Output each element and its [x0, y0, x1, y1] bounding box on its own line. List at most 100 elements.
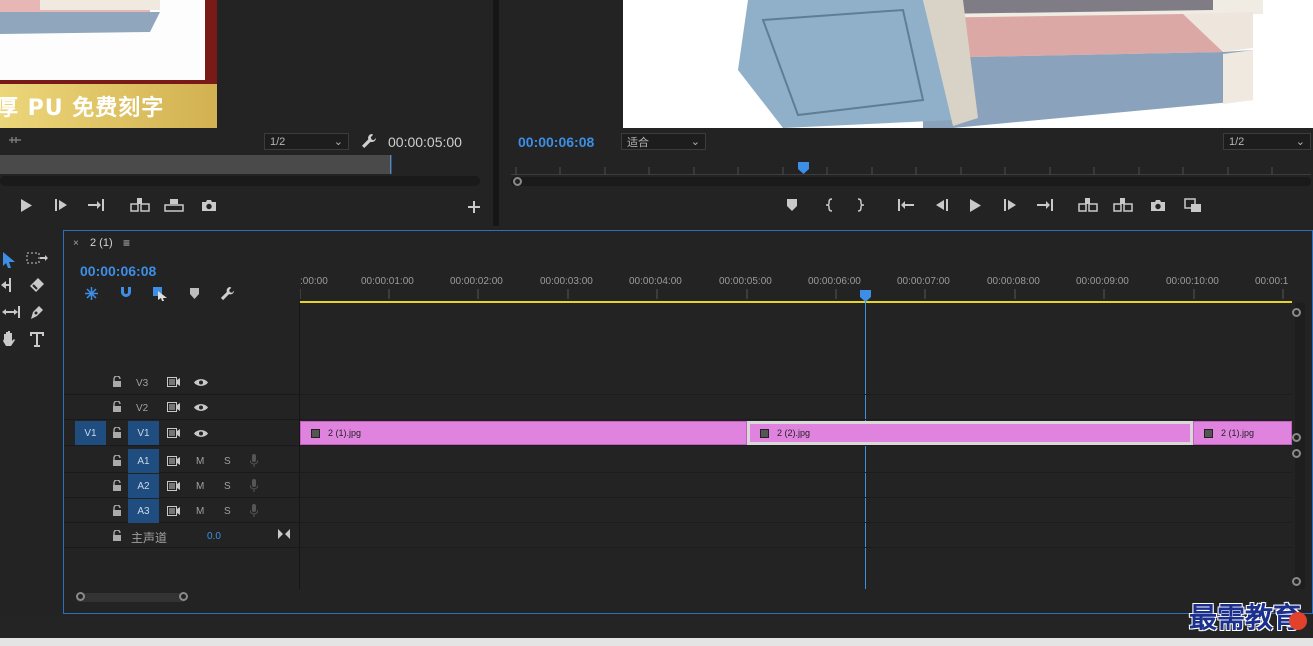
solo-button[interactable]: S: [224, 481, 231, 492]
selection-tool-icon[interactable]: [0, 250, 18, 270]
timeline-tab-menu-icon[interactable]: ≡: [123, 236, 130, 250]
track-name-a2[interactable]: A2: [128, 474, 159, 498]
vertical-scroll-handle-mid[interactable]: [1292, 433, 1301, 442]
eye-icon[interactable]: [194, 429, 208, 438]
snap-magnet-icon[interactable]: [119, 286, 133, 300]
lock-icon[interactable]: [112, 376, 122, 387]
horizontal-zoom-scrollbar[interactable]: [76, 593, 186, 602]
add-marker-button[interactable]: [781, 194, 803, 216]
source-add-button[interactable]: [463, 196, 485, 218]
vertical-scroll-handle-bottom[interactable]: [1292, 577, 1301, 586]
track-lane-a1[interactable]: [300, 449, 1292, 473]
lock-icon[interactable]: [112, 530, 122, 541]
track-lane-v3[interactable]: [300, 371, 1292, 395]
clip-selected[interactable]: 2 (2).jpg: [747, 421, 1193, 445]
microphone-icon[interactable]: [250, 479, 258, 492]
mute-button[interactable]: M: [196, 481, 204, 492]
source-zoom-scrollbar[interactable]: [0, 176, 480, 186]
step-forward-button[interactable]: [1000, 194, 1022, 216]
mark-out-button[interactable]: [850, 194, 872, 216]
program-resolution-select[interactable]: 1/2 ⌄: [1223, 133, 1311, 150]
program-zoom-handle[interactable]: [513, 177, 522, 186]
go-to-out-button[interactable]: [1034, 194, 1056, 216]
play-button[interactable]: [964, 194, 986, 216]
master-volume-value[interactable]: 0.0: [207, 531, 221, 542]
zoom-handle-left[interactable]: [76, 592, 85, 601]
program-zoom-scrollbar[interactable]: [511, 177, 1311, 186]
source-play-button[interactable]: [15, 194, 37, 216]
mute-button[interactable]: M: [196, 456, 204, 467]
sync-lock-icon[interactable]: [167, 402, 180, 412]
step-back-button[interactable]: [930, 194, 952, 216]
slip-tool-icon[interactable]: [0, 304, 20, 320]
timeline-tab-label[interactable]: 2 (1): [90, 237, 113, 249]
track-lane-a3[interactable]: [300, 499, 1292, 523]
sync-lock-icon[interactable]: [167, 428, 180, 438]
program-time-ruler[interactable]: [511, 163, 1311, 175]
vertical-scrollbar[interactable]: [1295, 303, 1305, 589]
mute-button[interactable]: M: [196, 506, 204, 517]
eye-icon[interactable]: [194, 378, 208, 387]
source-resolution-select[interactable]: 1/2 ⌄: [264, 133, 349, 150]
clip[interactable]: 2 (1).jpg: [300, 421, 747, 445]
source-playhead[interactable]: [390, 155, 391, 174]
source-go-to-out-button[interactable]: [85, 194, 107, 216]
vertical-scroll-handle-top[interactable]: [1292, 308, 1301, 317]
lock-icon[interactable]: [112, 480, 122, 491]
track-lane-a2[interactable]: [300, 474, 1292, 498]
source-step-forward-button[interactable]: [51, 194, 73, 216]
lock-icon[interactable]: [112, 505, 122, 516]
linked-selection-icon[interactable]: [152, 286, 168, 301]
lift-button[interactable]: [1077, 194, 1099, 216]
go-to-in-button[interactable]: [895, 194, 917, 216]
track-lane-v2[interactable]: [300, 396, 1292, 420]
ripple-edit-tool-icon[interactable]: [0, 277, 20, 293]
nest-sequences-icon[interactable]: [84, 286, 99, 301]
track-select-tool-icon[interactable]: [26, 251, 48, 267]
vertical-scroll-handle-mid2[interactable]: [1292, 449, 1301, 458]
program-playhead-timecode[interactable]: 00:00:06:08: [518, 134, 594, 150]
lock-icon[interactable]: [112, 401, 122, 412]
timeline-settings-wrench-icon[interactable]: [220, 286, 235, 301]
source-wrench-icon[interactable]: [361, 133, 377, 149]
extract-button[interactable]: [1112, 194, 1134, 216]
timeline-playhead-timecode[interactable]: 00:00:06:08: [80, 263, 156, 279]
track-lane-v1[interactable]: 2 (1).jpg 2 (2).jpg 2 (1).jpg: [300, 421, 1292, 446]
expand-master-icon[interactable]: [278, 529, 290, 539]
lock-icon[interactable]: [112, 455, 122, 466]
sync-lock-icon[interactable]: [167, 377, 180, 387]
solo-button[interactable]: S: [224, 506, 231, 517]
lock-icon[interactable]: [112, 427, 122, 438]
source-export-frame-button[interactable]: [198, 194, 220, 216]
sync-lock-icon[interactable]: [167, 506, 180, 516]
type-tool-icon[interactable]: [28, 330, 46, 348]
razor-tool-icon[interactable]: [28, 276, 46, 294]
pen-tool-icon[interactable]: [28, 303, 46, 321]
sync-lock-icon[interactable]: [167, 456, 180, 466]
track-lane-master[interactable]: [300, 524, 1292, 548]
comparison-view-button[interactable]: [1182, 194, 1204, 216]
add-marker-icon[interactable]: [190, 288, 199, 299]
track-name-a1[interactable]: A1: [128, 449, 159, 473]
sync-lock-icon[interactable]: [167, 481, 180, 491]
track-name-v1[interactable]: V1: [128, 421, 159, 445]
microphone-icon[interactable]: [250, 454, 258, 467]
clip[interactable]: 2 (1).jpg: [1193, 421, 1292, 445]
export-frame-button[interactable]: [1147, 194, 1169, 216]
timeline-time-ruler[interactable]: [300, 263, 1292, 303]
source-patch-v1[interactable]: V1: [75, 421, 106, 445]
zoom-handle-right[interactable]: [179, 592, 188, 601]
program-fit-select[interactable]: 适合 ⌄: [621, 133, 706, 150]
source-settings-icon[interactable]: [8, 133, 22, 147]
track-name-a3[interactable]: A3: [128, 499, 159, 523]
source-overwrite-button[interactable]: [163, 194, 185, 216]
timeline-tab-close-icon[interactable]: ×: [73, 238, 79, 249]
track-name-v2[interactable]: V2: [136, 403, 148, 414]
eye-icon[interactable]: [194, 403, 208, 412]
microphone-icon[interactable]: [250, 504, 258, 517]
program-playhead-marker[interactable]: [798, 162, 809, 174]
hand-tool-icon[interactable]: [0, 330, 18, 348]
source-insert-button[interactable]: [129, 194, 151, 216]
track-name-v3[interactable]: V3: [136, 378, 148, 389]
mark-in-button[interactable]: [818, 194, 840, 216]
